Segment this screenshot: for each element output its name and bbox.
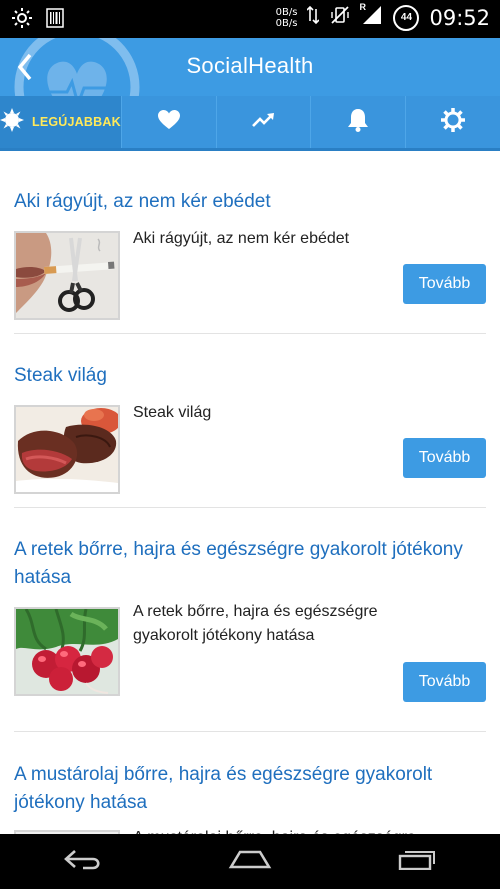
- tab-notifications[interactable]: [311, 96, 407, 148]
- article-title[interactable]: Steak világ: [14, 362, 484, 390]
- article-list[interactable]: Aki rágyújt, az nem kér ebédet Aki rágyú…: [0, 151, 500, 834]
- battery-indicator: 44: [393, 4, 420, 31]
- article-thumbnail-steak[interactable]: [14, 405, 120, 494]
- read-more-button[interactable]: Tovább: [403, 438, 486, 478]
- tab-latest-label: LEGÚJABBAK: [32, 115, 121, 129]
- article-thumbnail-radishes[interactable]: [14, 607, 120, 696]
- divider: [14, 731, 486, 732]
- tab-bar: LEGÚJABBAK: [0, 96, 500, 151]
- article-excerpt: Steak világ: [133, 404, 212, 421]
- tab-trending[interactable]: [217, 96, 312, 148]
- status-bar: 0B/s 0B/s R 44 09:52: [0, 0, 500, 38]
- network-speed: 0B/s 0B/s: [276, 7, 298, 29]
- net-down-text: 0B/s: [275, 17, 298, 29]
- system-nav-bar: [0, 834, 500, 889]
- recent-apps-icon[interactable]: [397, 848, 437, 875]
- status-time: 09:52: [429, 5, 490, 30]
- read-more-button[interactable]: Tovább: [403, 662, 486, 702]
- action-bar: SocialHealth: [0, 38, 500, 96]
- bell-icon: [347, 108, 369, 137]
- barcode-icon: [46, 8, 64, 33]
- data-transfer-icon: [306, 5, 321, 30]
- divider: [14, 333, 486, 334]
- vibrate-muted-icon: [329, 4, 351, 31]
- trending-icon: [251, 112, 276, 133]
- gear-icon: [441, 107, 466, 137]
- article-title[interactable]: A retek bőrre, hajra és egészségre gyako…: [14, 536, 484, 592]
- read-more-button[interactable]: Tovább: [403, 264, 486, 304]
- tab-settings[interactable]: [406, 96, 500, 148]
- net-up-text: 0B/s: [275, 6, 298, 18]
- article-excerpt: A retek bőrre, hajra és egészségre gyako…: [133, 603, 378, 644]
- home-icon[interactable]: [228, 848, 272, 875]
- sun-icon: [0, 107, 24, 137]
- roaming-indicator: R: [359, 2, 366, 12]
- article-excerpt: Aki rágyújt, az nem kér ebédet: [133, 230, 350, 247]
- article-thumbnail-smoking[interactable]: [14, 231, 120, 320]
- signal-icon: R: [359, 2, 383, 31]
- article-excerpt: A mustárolaj bőrre, hajra és egészségre …: [133, 826, 423, 834]
- article-title[interactable]: Aki rágyújt, az nem kér ebédet: [14, 188, 484, 216]
- app-title: SocialHealth: [186, 53, 314, 78]
- tab-latest[interactable]: LEGÚJABBAK: [0, 96, 122, 148]
- article-title[interactable]: A mustárolaj bőrre, hajra és egészségre …: [14, 761, 484, 817]
- back-icon[interactable]: [63, 848, 103, 875]
- heart-icon: [157, 109, 180, 135]
- brightness-icon: [12, 8, 32, 33]
- divider: [14, 507, 486, 508]
- tab-favorites[interactable]: [122, 96, 217, 148]
